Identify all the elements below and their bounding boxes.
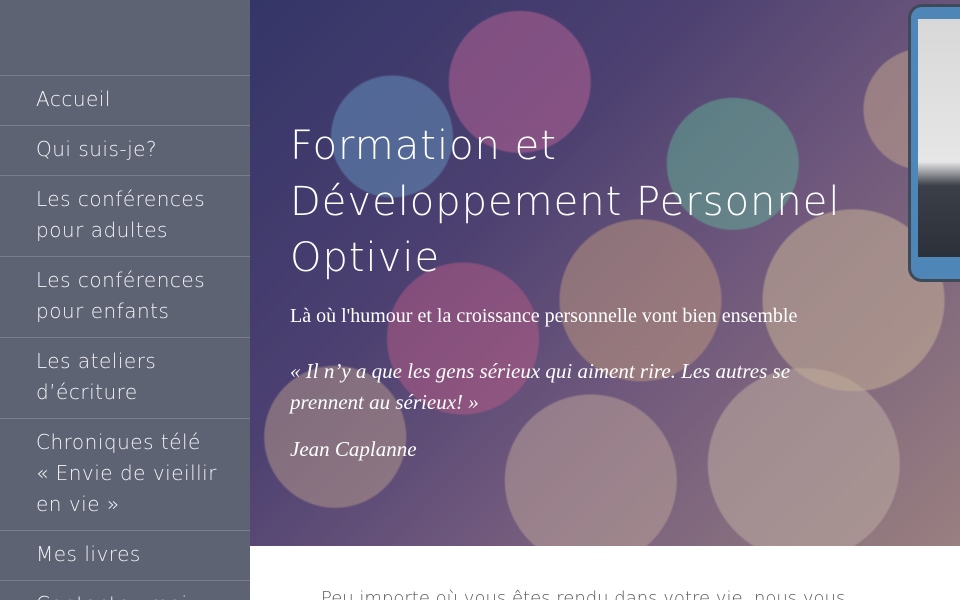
sidebar: Accueil Qui suis-je? Les conférences pou… [0,0,250,600]
nav-item-ateliers-ecriture[interactable]: Les ateliers d’écriture [0,337,250,418]
nav-item-accueil[interactable]: Accueil [0,75,250,125]
nav-item-mes-livres[interactable]: Mes livres [0,530,250,580]
intro-paragraph: Peu importe où vous êtes rendu dans votr… [321,588,846,600]
hero-content: Formation et Développement Personnel Opt… [290,118,900,465]
nav-item-conferences-enfants[interactable]: Les conférences pour enfants [0,256,250,337]
hero-quote-author: Jean Caplanne [290,437,417,461]
nav-item-qui-suis-je[interactable]: Qui suis-je? [0,125,250,175]
hero-banner: Formation et Développement Personnel Opt… [250,0,960,546]
hero-title: Formation et Développement Personnel Opt… [290,123,841,281]
portrait-photo-frame [908,4,960,282]
hero-subtitle: Là où l'humour et la croissance personne… [290,305,798,327]
main-nav: Accueil Qui suis-je? Les conférences pou… [0,75,250,600]
hero-quote: « Il n’y a que les gens sérieux qui aime… [290,359,791,414]
nav-item-contactez-moi[interactable]: Contactez-moi [0,580,250,600]
portrait-photo [918,19,960,257]
nav-item-chroniques-tele[interactable]: Chroniques télé « Envie de vieillir en v… [0,418,250,530]
nav-item-conferences-adultes[interactable]: Les conférences pour adultes [0,175,250,256]
